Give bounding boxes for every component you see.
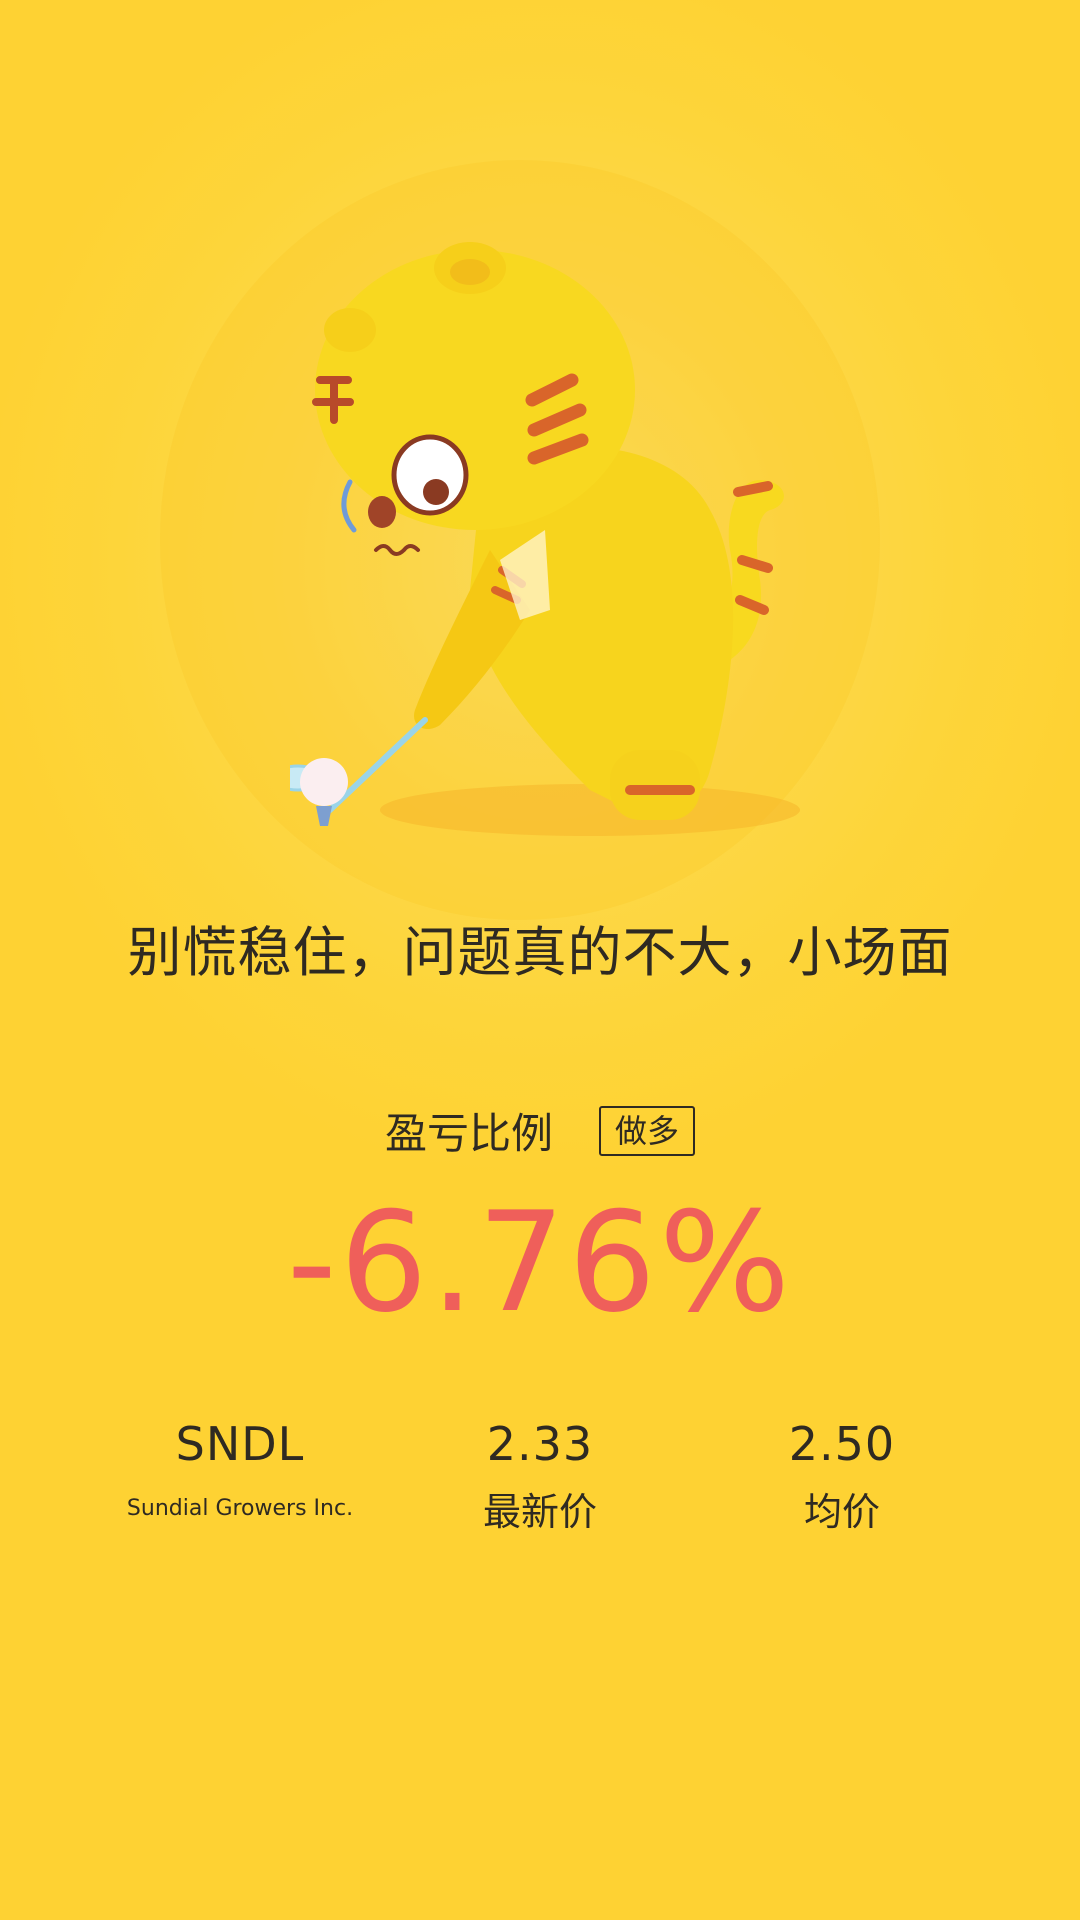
encouragement-headline: 别慌稳住，问题真的不大，小场面 [127,921,953,984]
stock-ticker-block: SNDL Sundial Growers Inc. [90,1414,390,1524]
position-type-badge: 做多 [599,1105,696,1156]
avg-price-label: 均价 [803,1490,880,1534]
stock-ticker: SNDL [175,1417,305,1471]
avg-price-block: 2.50 均价 [692,1414,992,1536]
latest-price-block: 2.33 最新价 [390,1414,690,1536]
latest-price-label: 最新价 [482,1490,597,1534]
latest-price-value: 2.33 [486,1417,594,1471]
company-name: Sundial Growers Inc. [126,1496,354,1521]
tiger-golf-mascot [290,242,800,836]
pnl-ratio-value: -6.76% [286,1182,794,1343]
pnl-ratio-row: 盈亏比例 做多 [0,1100,1080,1161]
avg-price-value: 2.50 [788,1417,896,1471]
pnl-ratio-label: 盈亏比例 [384,1109,553,1158]
